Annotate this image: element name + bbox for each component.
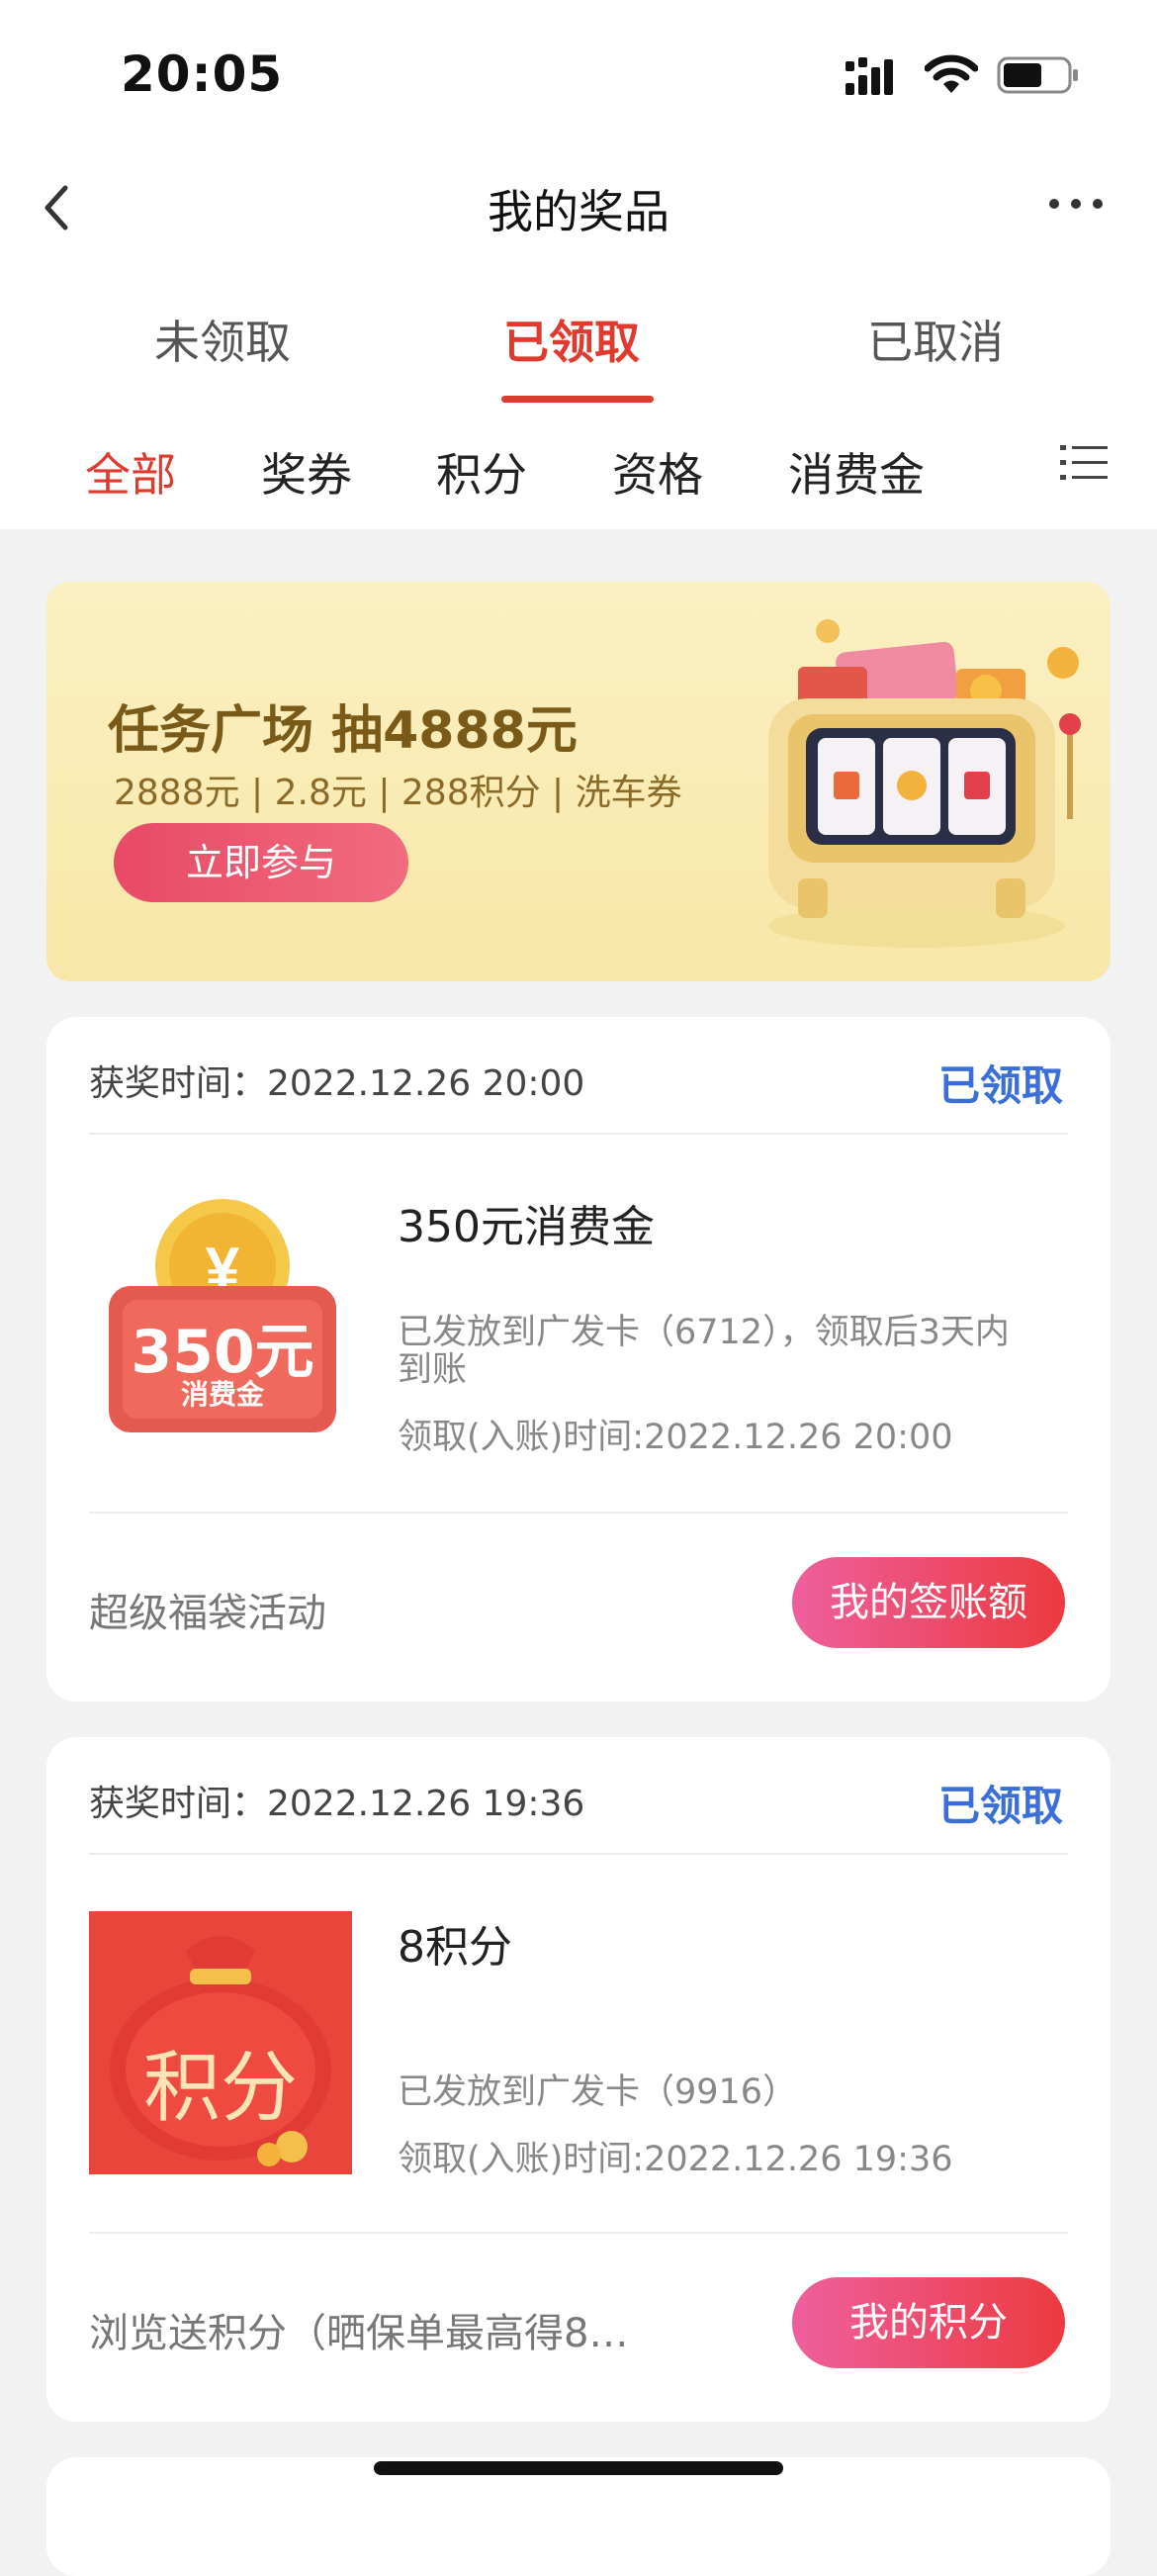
- slot-machine-illustration: [768, 619, 1081, 948]
- join-now-button[interactable]: 立即参与: [114, 823, 408, 902]
- promo-banner[interactable]: 任务广场 抽4888元 2888元 | 2.8元 | 288积分 | 洗车券 立…: [46, 582, 1111, 981]
- battery-icon: [997, 56, 1078, 94]
- more-options-icon[interactable]: [1046, 196, 1106, 212]
- prize-delivery-info: 已发放到广发卡（9916）: [398, 2072, 798, 2112]
- page-title: 我的奖品: [488, 185, 669, 238]
- category-consumption-credit[interactable]: 消费金: [788, 439, 925, 505]
- cellular-signal-icon: [846, 57, 893, 95]
- activity-name: 浏览送积分（晒保单最高得8…: [89, 2311, 629, 2356]
- thumbnail-label: 消费金: [180, 1378, 264, 1411]
- claim-status: 已领取: [937, 1782, 1063, 1830]
- prize-name: 8积分: [398, 1922, 512, 1973]
- points-thumbnail: 积分: [89, 1911, 352, 2174]
- prize-card-partial: [46, 2457, 1111, 2576]
- active-tab-indicator: [501, 396, 654, 403]
- banner-title: 任务广场 抽4888元: [108, 701, 578, 761]
- tab-claimed[interactable]: 已领取: [503, 307, 640, 372]
- my-billing-amount-button[interactable]: 我的签账额: [792, 1557, 1065, 1648]
- award-time: 获奖时间：2022.12.26 20:00: [89, 1063, 585, 1104]
- prize-card: 获奖时间：2022.12.26 19:36 已领取 积分 8积分 已发放到广发卡…: [46, 1737, 1111, 2422]
- tab-cancelled[interactable]: 已取消: [867, 307, 1004, 372]
- divider: [89, 1133, 1068, 1135]
- category-list-icon[interactable]: [1060, 441, 1110, 485]
- my-points-button[interactable]: 我的积分: [792, 2277, 1065, 2368]
- category-coupons[interactable]: 奖券: [261, 439, 352, 505]
- claim-time: 领取(入账)时间:2022.12.26 20:00: [398, 1418, 953, 1457]
- category-eligibility[interactable]: 资格: [612, 439, 703, 505]
- category-overflow-fade: [1003, 447, 1017, 487]
- consumption-credit-thumbnail: ¥ 350元 消费金: [89, 1195, 356, 1452]
- divider: [89, 2232, 1068, 2234]
- award-time: 获奖时间：2022.12.26 19:36: [89, 1784, 585, 1824]
- prize-name: 350元消费金: [398, 1202, 655, 1252]
- category-points[interactable]: 积分: [436, 439, 527, 505]
- claim-status: 已领取: [937, 1061, 1063, 1110]
- status-time: 20:05: [121, 46, 284, 103]
- activity-name: 超级福袋活动: [89, 1591, 326, 1636]
- prize-card: 获奖时间：2022.12.26 20:00 已领取 ¥ 350元 消费金 350…: [46, 1017, 1111, 1702]
- wifi-icon: [925, 54, 978, 93]
- divider: [89, 1512, 1068, 1514]
- prize-delivery-info: 已发放到广发卡（6712），领取后3天内到账: [398, 1313, 1010, 1390]
- divider: [89, 1853, 1068, 1855]
- tab-unclaimed[interactable]: 未领取: [154, 307, 291, 372]
- thumbnail-label: 积分: [142, 2044, 298, 2133]
- home-indicator: [374, 2461, 783, 2475]
- banner-subtitle: 2888元 | 2.8元 | 288积分 | 洗车券: [114, 773, 682, 813]
- claim-time: 领取(入账)时间:2022.12.26 19:36: [398, 2140, 953, 2179]
- category-all[interactable]: 全部: [85, 439, 176, 505]
